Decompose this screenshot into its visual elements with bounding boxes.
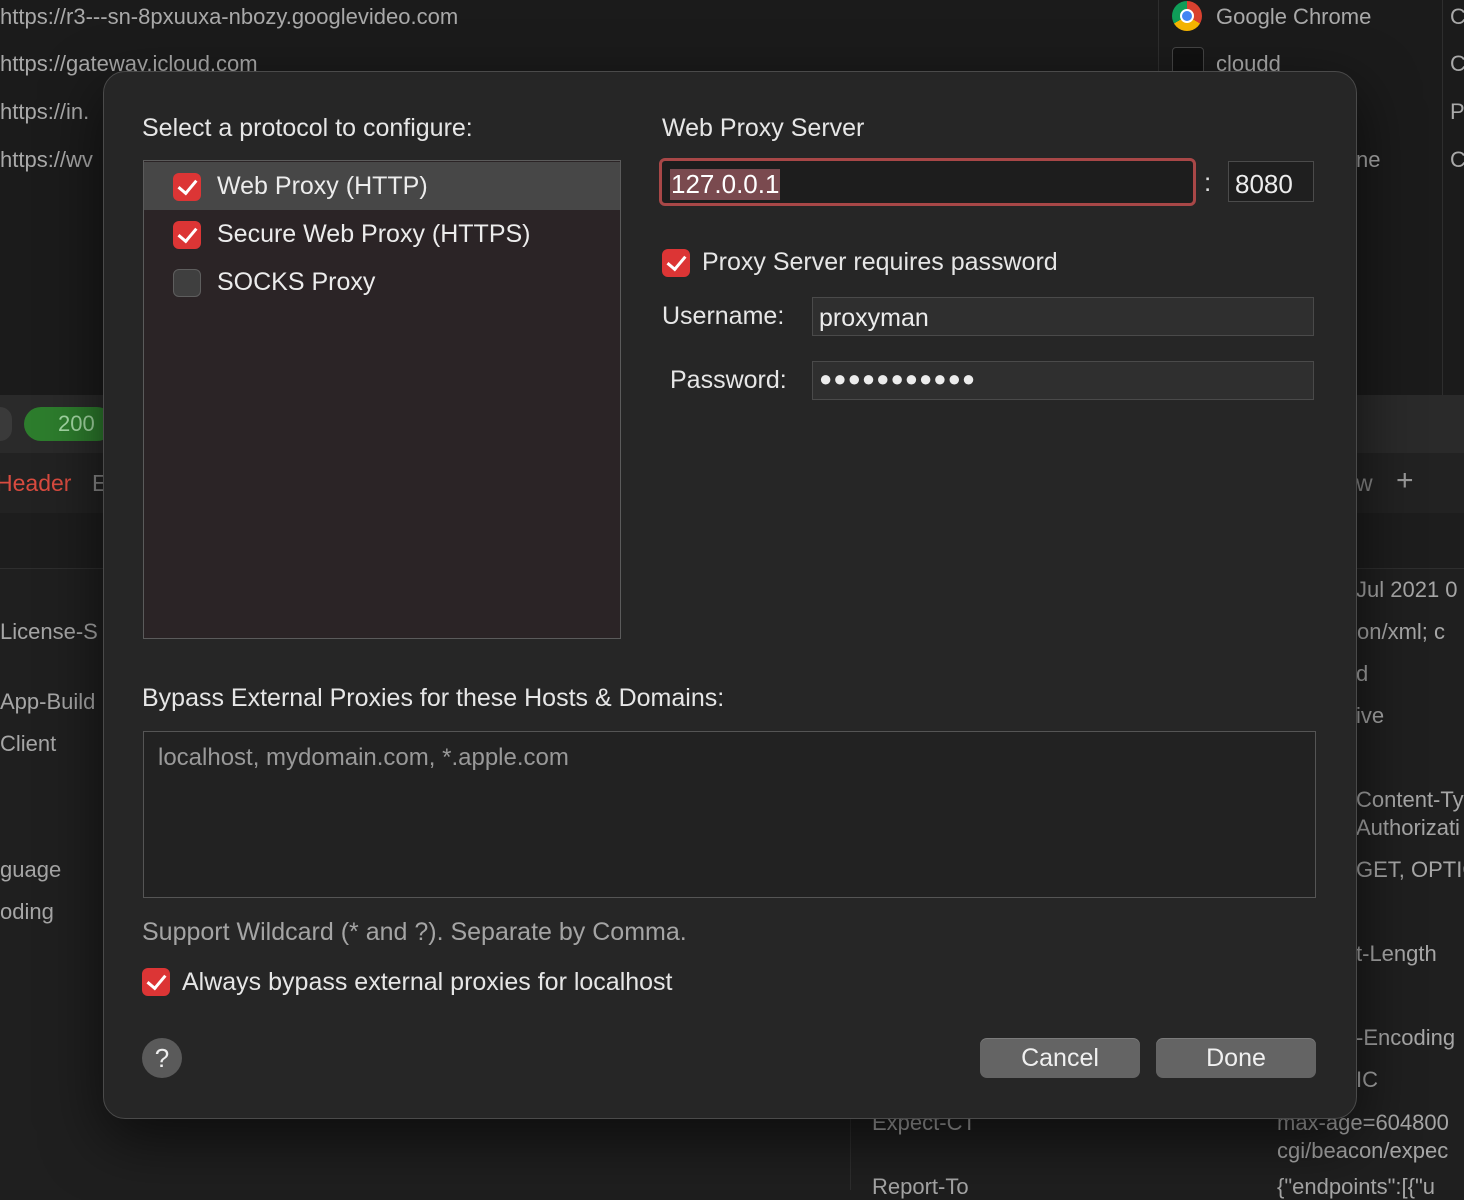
header-key: License-S	[0, 619, 98, 644]
always-bypass-checkbox[interactable]	[142, 968, 170, 996]
tab-header[interactable]: Header	[0, 470, 71, 497]
column-divider	[1442, 0, 1443, 395]
requires-password-label: Proxy Server requires password	[702, 248, 1058, 276]
protocol-item-http[interactable]: Web Proxy (HTTP)	[144, 162, 620, 210]
column-cell: C	[1450, 4, 1464, 29]
bypass-title: Bypass External Proxies for these Hosts …	[142, 684, 725, 712]
always-bypass-label: Always bypass external proxies for local…	[182, 968, 673, 996]
http-checkbox[interactable]	[173, 173, 201, 201]
header-value: ive	[1356, 703, 1385, 728]
protocol-label: Secure Web Proxy (HTTPS)	[217, 220, 531, 248]
help-button[interactable]: ?	[142, 1038, 182, 1078]
status-badge: 200	[24, 407, 114, 441]
header-key: Report-To	[872, 1174, 969, 1199]
header-key: guage	[0, 857, 62, 882]
protocol-list: Web Proxy (HTTP) Secure Web Proxy (HTTPS…	[143, 160, 621, 639]
username-value: proxyman	[819, 304, 929, 332]
header-value: cgi/beacon/expec	[1277, 1138, 1449, 1163]
add-tab-icon[interactable]: +	[1396, 464, 1414, 498]
header-value: -Encoding	[1356, 1025, 1456, 1050]
protocol-prompt: Select a protocol to configure:	[142, 114, 473, 142]
column-cell: C	[1450, 147, 1464, 172]
column-divider	[850, 1118, 851, 1190]
client-app-name: ne	[1356, 147, 1381, 172]
socks-checkbox[interactable]	[173, 269, 201, 297]
protocol-label: Web Proxy (HTTP)	[217, 172, 428, 200]
port-value: 8080	[1235, 169, 1293, 199]
https-checkbox[interactable]	[173, 221, 201, 249]
requires-password-checkbox[interactable]	[662, 249, 690, 277]
header-value: Content-Ty	[1356, 787, 1464, 812]
password-field[interactable]: ●●●●●●●●●●●	[812, 361, 1314, 400]
column-cell: P	[1450, 99, 1464, 124]
password-label: Password:	[670, 366, 787, 394]
header-value: tion/xml; c	[1346, 619, 1446, 644]
header-value: GET, OPTIC	[1356, 857, 1464, 882]
header-value: IC	[1356, 1067, 1378, 1092]
header-key: oding	[0, 899, 54, 924]
username-label: Username:	[662, 302, 785, 330]
protocol-item-socks[interactable]: SOCKS Proxy	[144, 258, 620, 306]
done-button[interactable]: Done	[1156, 1038, 1316, 1078]
server-title: Web Proxy Server	[662, 114, 865, 142]
password-value: ●●●●●●●●●●●	[819, 366, 977, 391]
bypass-hosts-textarea[interactable]: localhost, mydomain.com, *.apple.com	[143, 731, 1316, 898]
protocol-label: SOCKS Proxy	[217, 268, 376, 296]
proxy-port-input[interactable]: 8080	[1228, 161, 1314, 202]
cancel-button[interactable]: Cancel	[980, 1038, 1140, 1078]
column-cell: C	[1450, 51, 1464, 76]
header-value: Jul 2021 0	[1356, 577, 1458, 602]
request-url[interactable]: https://in.	[0, 99, 89, 125]
client-app-name: Google Chrome	[1216, 4, 1372, 29]
tab-raw[interactable]: w	[1356, 470, 1373, 497]
header-key: Client	[0, 731, 57, 756]
request-url[interactable]: https://r3---sn-8pxuuxa-nbozy.googlevide…	[0, 4, 458, 30]
port-separator: :	[1204, 167, 1212, 197]
header-key: App-Build	[0, 689, 96, 714]
header-value: d	[1356, 661, 1369, 686]
proxy-host-input[interactable]: 127.0.0.1	[659, 158, 1196, 206]
chrome-icon	[1172, 1, 1202, 31]
bypass-hint: Support Wildcard (* and ?). Separate by …	[142, 918, 687, 946]
protocol-item-https[interactable]: Secure Web Proxy (HTTPS)	[144, 210, 620, 258]
header-value: {"endpoints":[{"u	[1277, 1174, 1435, 1199]
header-value: t-Length	[1356, 941, 1437, 966]
bypass-placeholder: localhost, mydomain.com, *.apple.com	[158, 744, 569, 771]
host-value: 127.0.0.1	[670, 169, 781, 200]
request-url[interactable]: https://wv	[0, 147, 93, 173]
header-value: Authorizati	[1356, 815, 1460, 840]
username-field[interactable]: proxyman	[812, 297, 1314, 336]
